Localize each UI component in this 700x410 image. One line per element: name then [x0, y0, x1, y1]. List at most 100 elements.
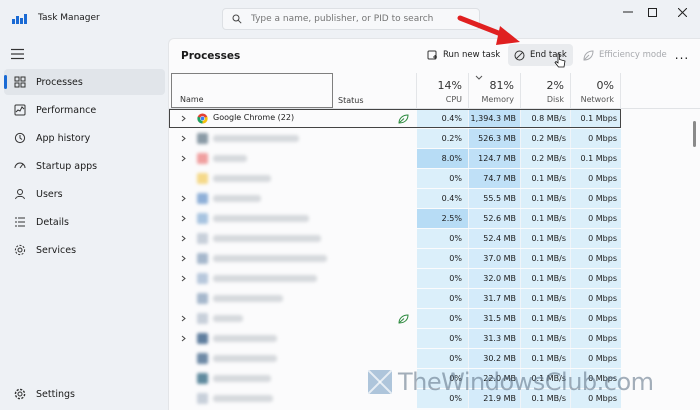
sidebar-item-performance[interactable]: Performance: [4, 97, 165, 123]
table-row[interactable]: 8.0% 124.7 MB 0.2 MB/s 0.1 Mbps: [169, 149, 700, 168]
efficiency-mode-button[interactable]: Efficiency mode: [577, 44, 673, 66]
sidebar-item-settings[interactable]: Settings: [4, 381, 165, 407]
status-cell: [333, 189, 417, 208]
memory-cell: 1,394.3 MB: [469, 109, 521, 128]
memory-cell: 74.7 MB: [469, 169, 521, 188]
sidebar-item-services[interactable]: Services: [4, 237, 165, 263]
sidebar-item-details[interactable]: Details: [4, 209, 165, 235]
process-name-cell: Google Chrome (22): [169, 109, 333, 128]
search-icon: [223, 14, 251, 24]
table-row[interactable]: 0% 32.0 MB 0.1 MB/s 0 Mbps: [169, 269, 700, 288]
search-input[interactable]: [251, 14, 471, 24]
chevron-right-icon[interactable]: [181, 275, 186, 282]
process-name-cell: [169, 249, 333, 268]
sidebar-item-processes[interactable]: Processes: [4, 69, 165, 95]
redacted-process-name: [213, 175, 271, 182]
cpu-cell: 0%: [417, 329, 469, 348]
process-name-cell: [169, 329, 333, 348]
network-cell: 0 Mbps: [571, 129, 621, 148]
run-task-icon: [427, 50, 438, 61]
column-header-cpu[interactable]: 14% CPU: [417, 73, 469, 109]
redacted-process-name: [213, 395, 273, 402]
process-name-cell: [169, 129, 333, 148]
table-row[interactable]: 0.2% 526.3 MB 0.2 MB/s 0 Mbps: [169, 129, 700, 148]
app-icon: [197, 213, 208, 224]
table-row[interactable]: 2.5% 52.6 MB 0.1 MB/s 0 Mbps: [169, 209, 700, 228]
chevron-right-icon[interactable]: [181, 135, 186, 142]
processes-panel: Processes Run new task End task Efficien…: [168, 38, 700, 410]
network-total: 0%: [596, 79, 614, 92]
table-row[interactable]: 0% 31.7 MB 0.1 MB/s 0 Mbps: [169, 289, 700, 308]
status-cell: [333, 209, 417, 228]
table-row[interactable]: 0% 37.0 MB 0.1 MB/s 0 Mbps: [169, 249, 700, 268]
network-cell: 0 Mbps: [571, 289, 621, 308]
sidebar-item-users[interactable]: Users: [4, 181, 165, 207]
network-cell: 0 Mbps: [571, 169, 621, 188]
memory-cell: 124.7 MB: [469, 149, 521, 168]
chevron-right-icon[interactable]: [181, 115, 186, 122]
process-name-cell: [169, 229, 333, 248]
column-header-name[interactable]: Name: [171, 73, 333, 108]
table-row[interactable]: 0% 52.4 MB 0.1 MB/s 0 Mbps: [169, 229, 700, 248]
chevron-right-icon[interactable]: [181, 255, 186, 262]
more-options-button[interactable]: ...: [671, 44, 693, 66]
table-row[interactable]: 0.4% 55.5 MB 0.1 MB/s 0 Mbps: [169, 189, 700, 208]
efficiency-mode-label: Efficiency mode: [599, 50, 667, 60]
disk-cell: 0.1 MB/s: [521, 209, 571, 228]
memory-cell: 31.3 MB: [469, 329, 521, 348]
process-name-cell: [169, 169, 333, 188]
process-name-cell: [169, 369, 333, 388]
column-header-status[interactable]: Status: [333, 73, 417, 109]
gear-icon: [6, 388, 34, 400]
redacted-process-name: [213, 295, 283, 302]
table-row[interactable]: 0% 74.7 MB 0.1 MB/s 0 Mbps: [169, 169, 700, 188]
active-indicator: [4, 75, 7, 89]
table-header: Name Status 14% CPU 81% Memory 2% Disk 0…: [169, 73, 700, 109]
disk-cell: 0.1 MB/s: [521, 329, 571, 348]
performance-icon: [6, 104, 34, 116]
chevron-right-icon[interactable]: [181, 315, 186, 322]
app-history-icon: [6, 132, 34, 144]
hamburger-menu-icon[interactable]: [10, 48, 26, 60]
column-header-memory[interactable]: 81% Memory: [469, 73, 521, 109]
memory-cell: 31.7 MB: [469, 289, 521, 308]
sidebar-item-label: Users: [36, 188, 63, 200]
table-row[interactable]: 0% 31.5 MB 0.1 MB/s 0 Mbps: [169, 309, 700, 328]
redacted-process-name: [213, 355, 277, 362]
table-row[interactable]: Google Chrome (22) 0.4% 1,394.3 MB 0.8 MB/s…: [169, 109, 700, 128]
memory-cell: 52.4 MB: [469, 229, 521, 248]
disk-cell: 0.1 MB/s: [521, 309, 571, 328]
status-cell: [333, 289, 417, 308]
chevron-right-icon[interactable]: [181, 215, 186, 222]
cpu-cell: 0.4%: [417, 189, 469, 208]
watermark-logo-icon: [368, 370, 392, 394]
sidebar-item-label: Performance: [36, 104, 97, 116]
disk-total: 2%: [546, 79, 564, 92]
close-button[interactable]: [670, 4, 694, 20]
minimize-button[interactable]: [616, 4, 640, 20]
redacted-process-name: [213, 275, 317, 282]
vertical-scrollbar[interactable]: [693, 121, 696, 147]
table-row[interactable]: 0% 31.3 MB 0.1 MB/s 0 Mbps: [169, 329, 700, 348]
table-row[interactable]: 0% 30.2 MB 0.1 MB/s 0 Mbps: [169, 349, 700, 368]
sidebar-item-app-history[interactable]: App history: [4, 125, 165, 151]
chevron-right-icon[interactable]: [181, 235, 186, 242]
search-box[interactable]: [222, 8, 480, 30]
memory-cell: 526.3 MB: [469, 129, 521, 148]
cpu-cell: 0%: [417, 289, 469, 308]
status-cell: [333, 329, 417, 348]
chevron-right-icon[interactable]: [181, 155, 186, 162]
sidebar-item-startup-apps[interactable]: Startup apps: [4, 153, 165, 179]
cpu-cell: 0%: [417, 269, 469, 288]
memory-cell: 30.2 MB: [469, 349, 521, 368]
column-header-disk[interactable]: 2% Disk: [521, 73, 571, 109]
column-header-network[interactable]: 0% Network: [571, 73, 621, 109]
app-icon: [197, 353, 208, 364]
disk-cell: 0.1 MB/s: [521, 229, 571, 248]
network-cell: 0 Mbps: [571, 269, 621, 288]
chevron-right-icon[interactable]: [181, 195, 186, 202]
chevron-right-icon[interactable]: [181, 335, 186, 342]
maximize-button[interactable]: [640, 4, 664, 20]
disk-cell: 0.1 MB/s: [521, 289, 571, 308]
maximize-icon: [647, 7, 657, 17]
